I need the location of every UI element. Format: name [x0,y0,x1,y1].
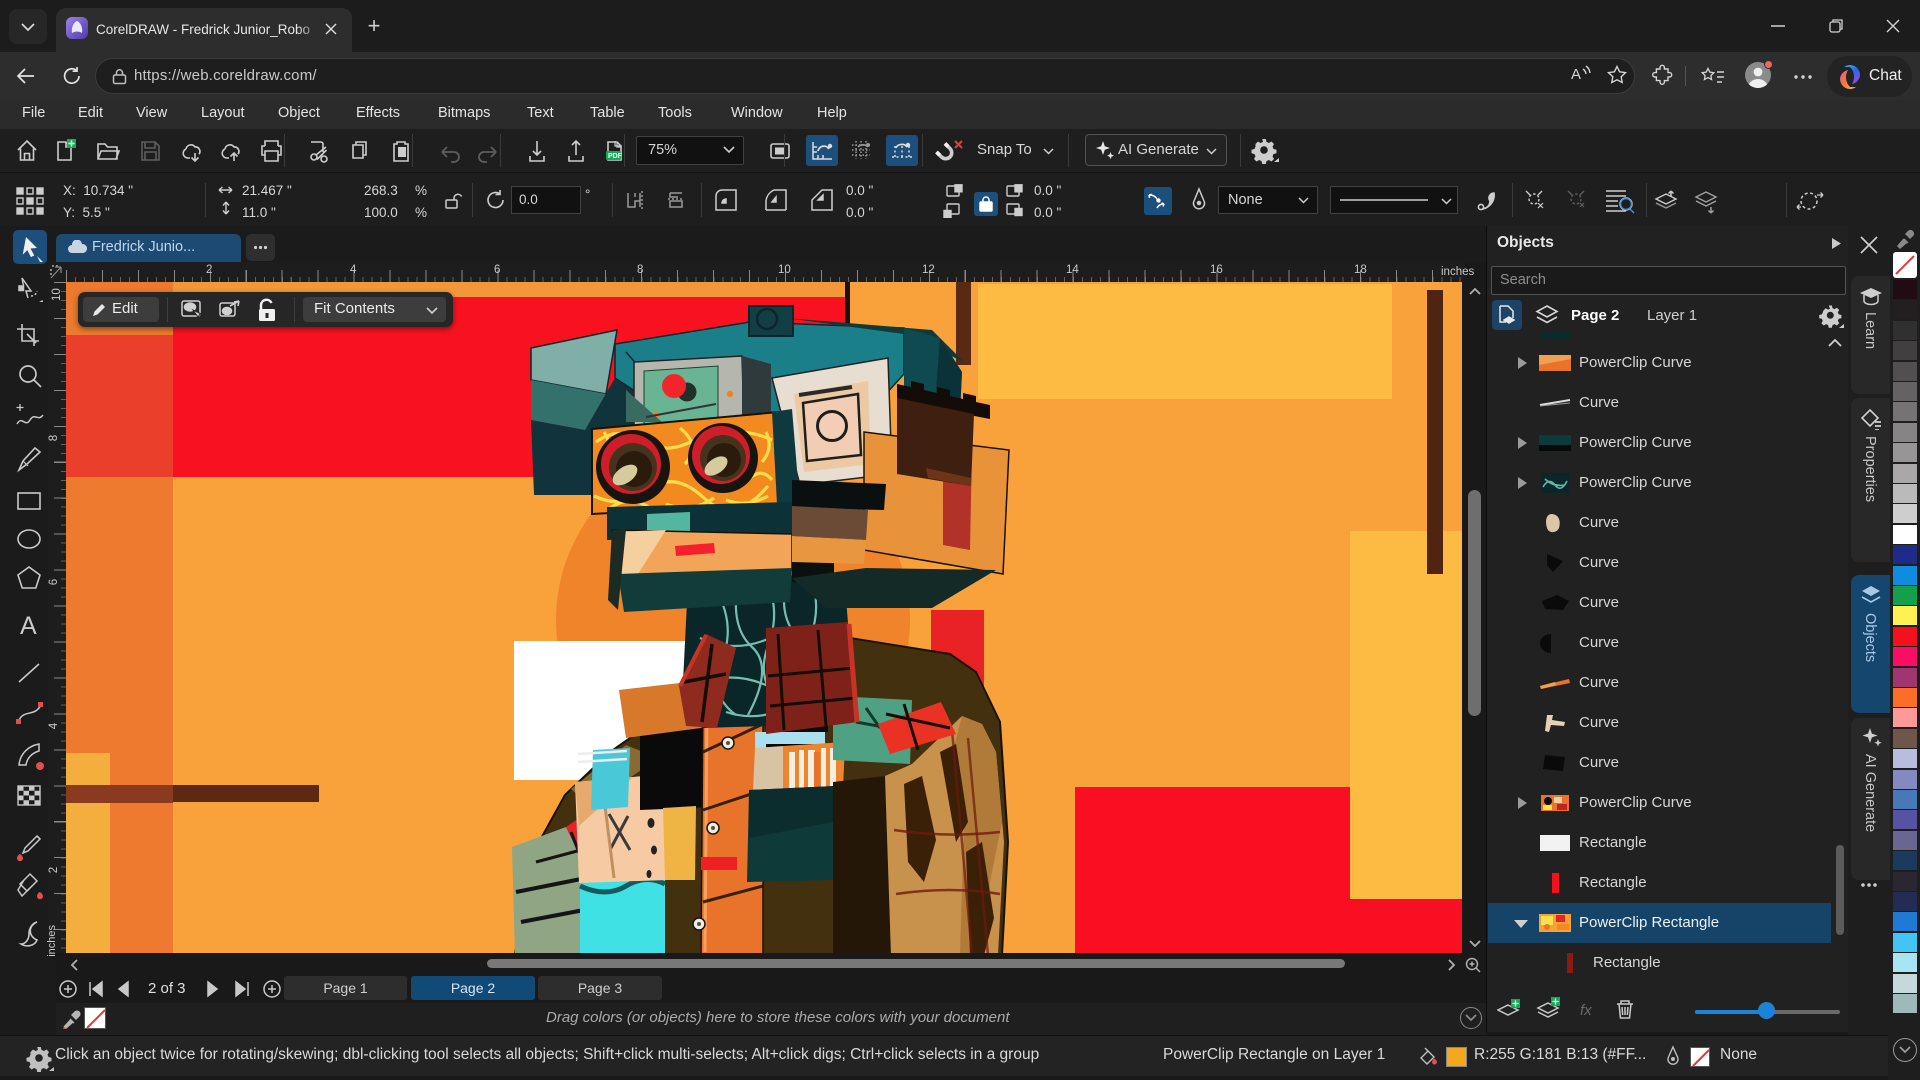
svg-text:fx: fx [1580,1002,1592,1019]
svg-text:A: A [20,612,37,640]
svg-text:A: A [1571,66,1581,83]
svg-text:PDF: PDF [608,153,623,160]
